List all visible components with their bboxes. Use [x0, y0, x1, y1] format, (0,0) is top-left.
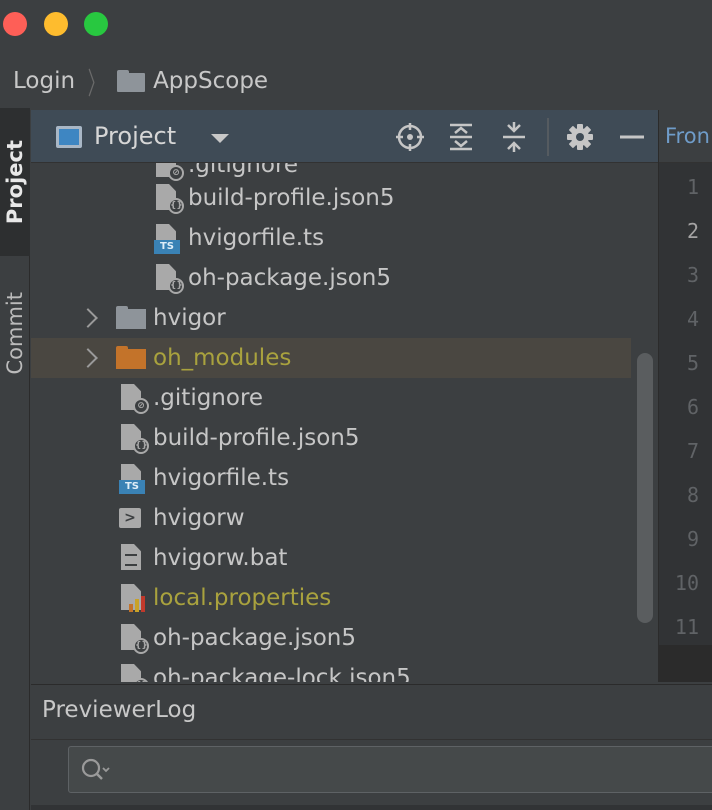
line-number: 9	[686, 527, 699, 551]
tree-item[interactable]: local.properties	[31, 578, 631, 618]
json5-file-icon: {}	[156, 264, 184, 294]
tree-item-label: hvigor	[153, 305, 226, 331]
search-icon[interactable]	[81, 757, 111, 783]
left-tool-strip: Project Commit	[0, 108, 30, 810]
tree-item[interactable]: {} build-profile.json5	[31, 418, 631, 458]
tree-item[interactable]: TS hvigorfile.ts	[31, 218, 631, 258]
line-number: 1	[686, 175, 699, 199]
text-file-icon	[121, 544, 143, 572]
tree-item-label: .gitignore	[188, 163, 299, 178]
line-number: 7	[686, 439, 699, 463]
tool-tab-commit-label: Commit	[3, 291, 27, 375]
tree-item-label: build-profile.json5	[188, 185, 395, 211]
zoom-window-button[interactable]	[84, 12, 108, 36]
editor-footer	[659, 645, 712, 682]
previewer-log-panel: PreviewerLog	[31, 684, 712, 810]
json5-file-icon: {}	[121, 664, 149, 682]
terminal-file-icon: >	[119, 504, 141, 532]
chevron-right-icon: 〉	[87, 67, 105, 102]
project-tree-scrollbar[interactable]	[632, 163, 658, 682]
breadcrumb-root[interactable]: Login	[13, 68, 75, 94]
properties-file-icon	[121, 584, 145, 612]
folder-icon	[116, 346, 146, 370]
tree-item-label: oh-package.json5	[188, 265, 392, 291]
line-number: 11	[674, 615, 699, 639]
tree-item-label: local.properties	[153, 585, 332, 611]
tree-item[interactable]: {} oh-package-lock.json5	[31, 658, 631, 682]
hide-panel-icon[interactable]	[615, 120, 649, 154]
tree-item[interactable]: > hvigorw	[31, 498, 631, 538]
gear-icon[interactable]	[563, 120, 597, 154]
scrollbar-thumb[interactable]	[637, 353, 653, 623]
previewer-log-title: PreviewerLog	[42, 697, 197, 723]
breadcrumb: Login 〉 AppScope	[0, 56, 712, 106]
json5-file-icon: {}	[121, 424, 149, 454]
tree-item-label: hvigorfile.ts	[188, 225, 325, 251]
tree-item[interactable]: {} build-profile.json5	[31, 178, 631, 218]
typescript-file-icon: TS	[119, 464, 145, 494]
line-number: 5	[686, 351, 699, 375]
project-panel-header: Project	[31, 110, 658, 163]
tree-item-label: hvigorfile.ts	[153, 465, 290, 491]
tree-item-label: oh-package.json5	[153, 625, 357, 651]
tree-item-label: .gitignore	[153, 385, 264, 411]
tree-item[interactable]: ⊘ .gitignore	[31, 378, 631, 418]
json5-file-icon: {}	[156, 184, 184, 214]
gitignore-file-icon: ⊘	[121, 384, 149, 414]
tree-item[interactable]: hvigorw.bat	[31, 538, 631, 578]
tool-tab-commit[interactable]: Commit	[0, 268, 30, 398]
project-window-icon	[56, 126, 82, 148]
breadcrumb-folder[interactable]: AppScope	[153, 68, 268, 94]
gitignore-file-icon: ⊘	[156, 163, 184, 181]
tree-item[interactable]: hvigor	[31, 298, 631, 338]
chevron-right-icon[interactable]	[78, 348, 98, 368]
folder-icon	[117, 70, 146, 92]
editor-area: Fron 1 2 3 4 5 6 7 8 9 10 11	[658, 110, 712, 682]
project-tree: ⊘ .gitignore {} build-profile.json5 TS h…	[31, 163, 631, 682]
tree-item-label: oh_modules	[153, 345, 292, 371]
tree-item-label: hvigorw	[153, 505, 245, 531]
log-search-input[interactable]	[68, 746, 712, 793]
editor-tab[interactable]: Fron	[659, 110, 712, 163]
json5-file-icon: {}	[121, 624, 149, 654]
line-number-current: 2	[686, 219, 699, 243]
line-number: 3	[686, 263, 699, 287]
folder-icon	[116, 306, 146, 330]
editor-tab-label: Fron	[665, 124, 710, 148]
line-number-gutter: 1 2 3 4 5 6 7 8 9 10 11	[659, 163, 712, 645]
tree-item[interactable]: TS hvigorfile.ts	[31, 458, 631, 498]
typescript-file-icon: TS	[154, 224, 180, 254]
close-window-button[interactable]	[3, 12, 27, 36]
tool-tab-project[interactable]: Project	[0, 108, 30, 256]
tree-item-selected[interactable]: oh_modules	[31, 338, 631, 378]
line-number: 8	[686, 483, 699, 507]
toolbar-divider	[547, 118, 549, 156]
chevron-down-icon[interactable]	[211, 134, 229, 143]
divider	[31, 739, 712, 740]
line-number: 4	[686, 307, 699, 331]
tree-item[interactable]: {} oh-package.json5	[31, 618, 631, 658]
collapse-all-icon[interactable]	[497, 120, 531, 154]
tree-item[interactable]: {} oh-package.json5	[31, 258, 631, 298]
project-panel-title[interactable]: Project	[94, 122, 176, 150]
tree-item-label: hvigorw.bat	[153, 545, 288, 571]
chevron-right-icon[interactable]	[78, 308, 98, 328]
previewer-footer	[31, 805, 712, 810]
title-bar	[0, 0, 712, 50]
tree-item-label: build-profile.json5	[153, 425, 360, 451]
minimize-window-button[interactable]	[44, 12, 68, 36]
tree-item-label: oh-package-lock.json5	[153, 665, 411, 682]
project-panel: Project ⊘ .gitignore {} build-profile.js…	[31, 110, 658, 682]
line-number: 6	[686, 395, 699, 419]
locate-icon[interactable]	[393, 120, 427, 154]
expand-all-icon[interactable]	[444, 120, 478, 154]
line-number: 10	[674, 571, 699, 595]
tool-tab-project-label: Project	[3, 139, 27, 225]
